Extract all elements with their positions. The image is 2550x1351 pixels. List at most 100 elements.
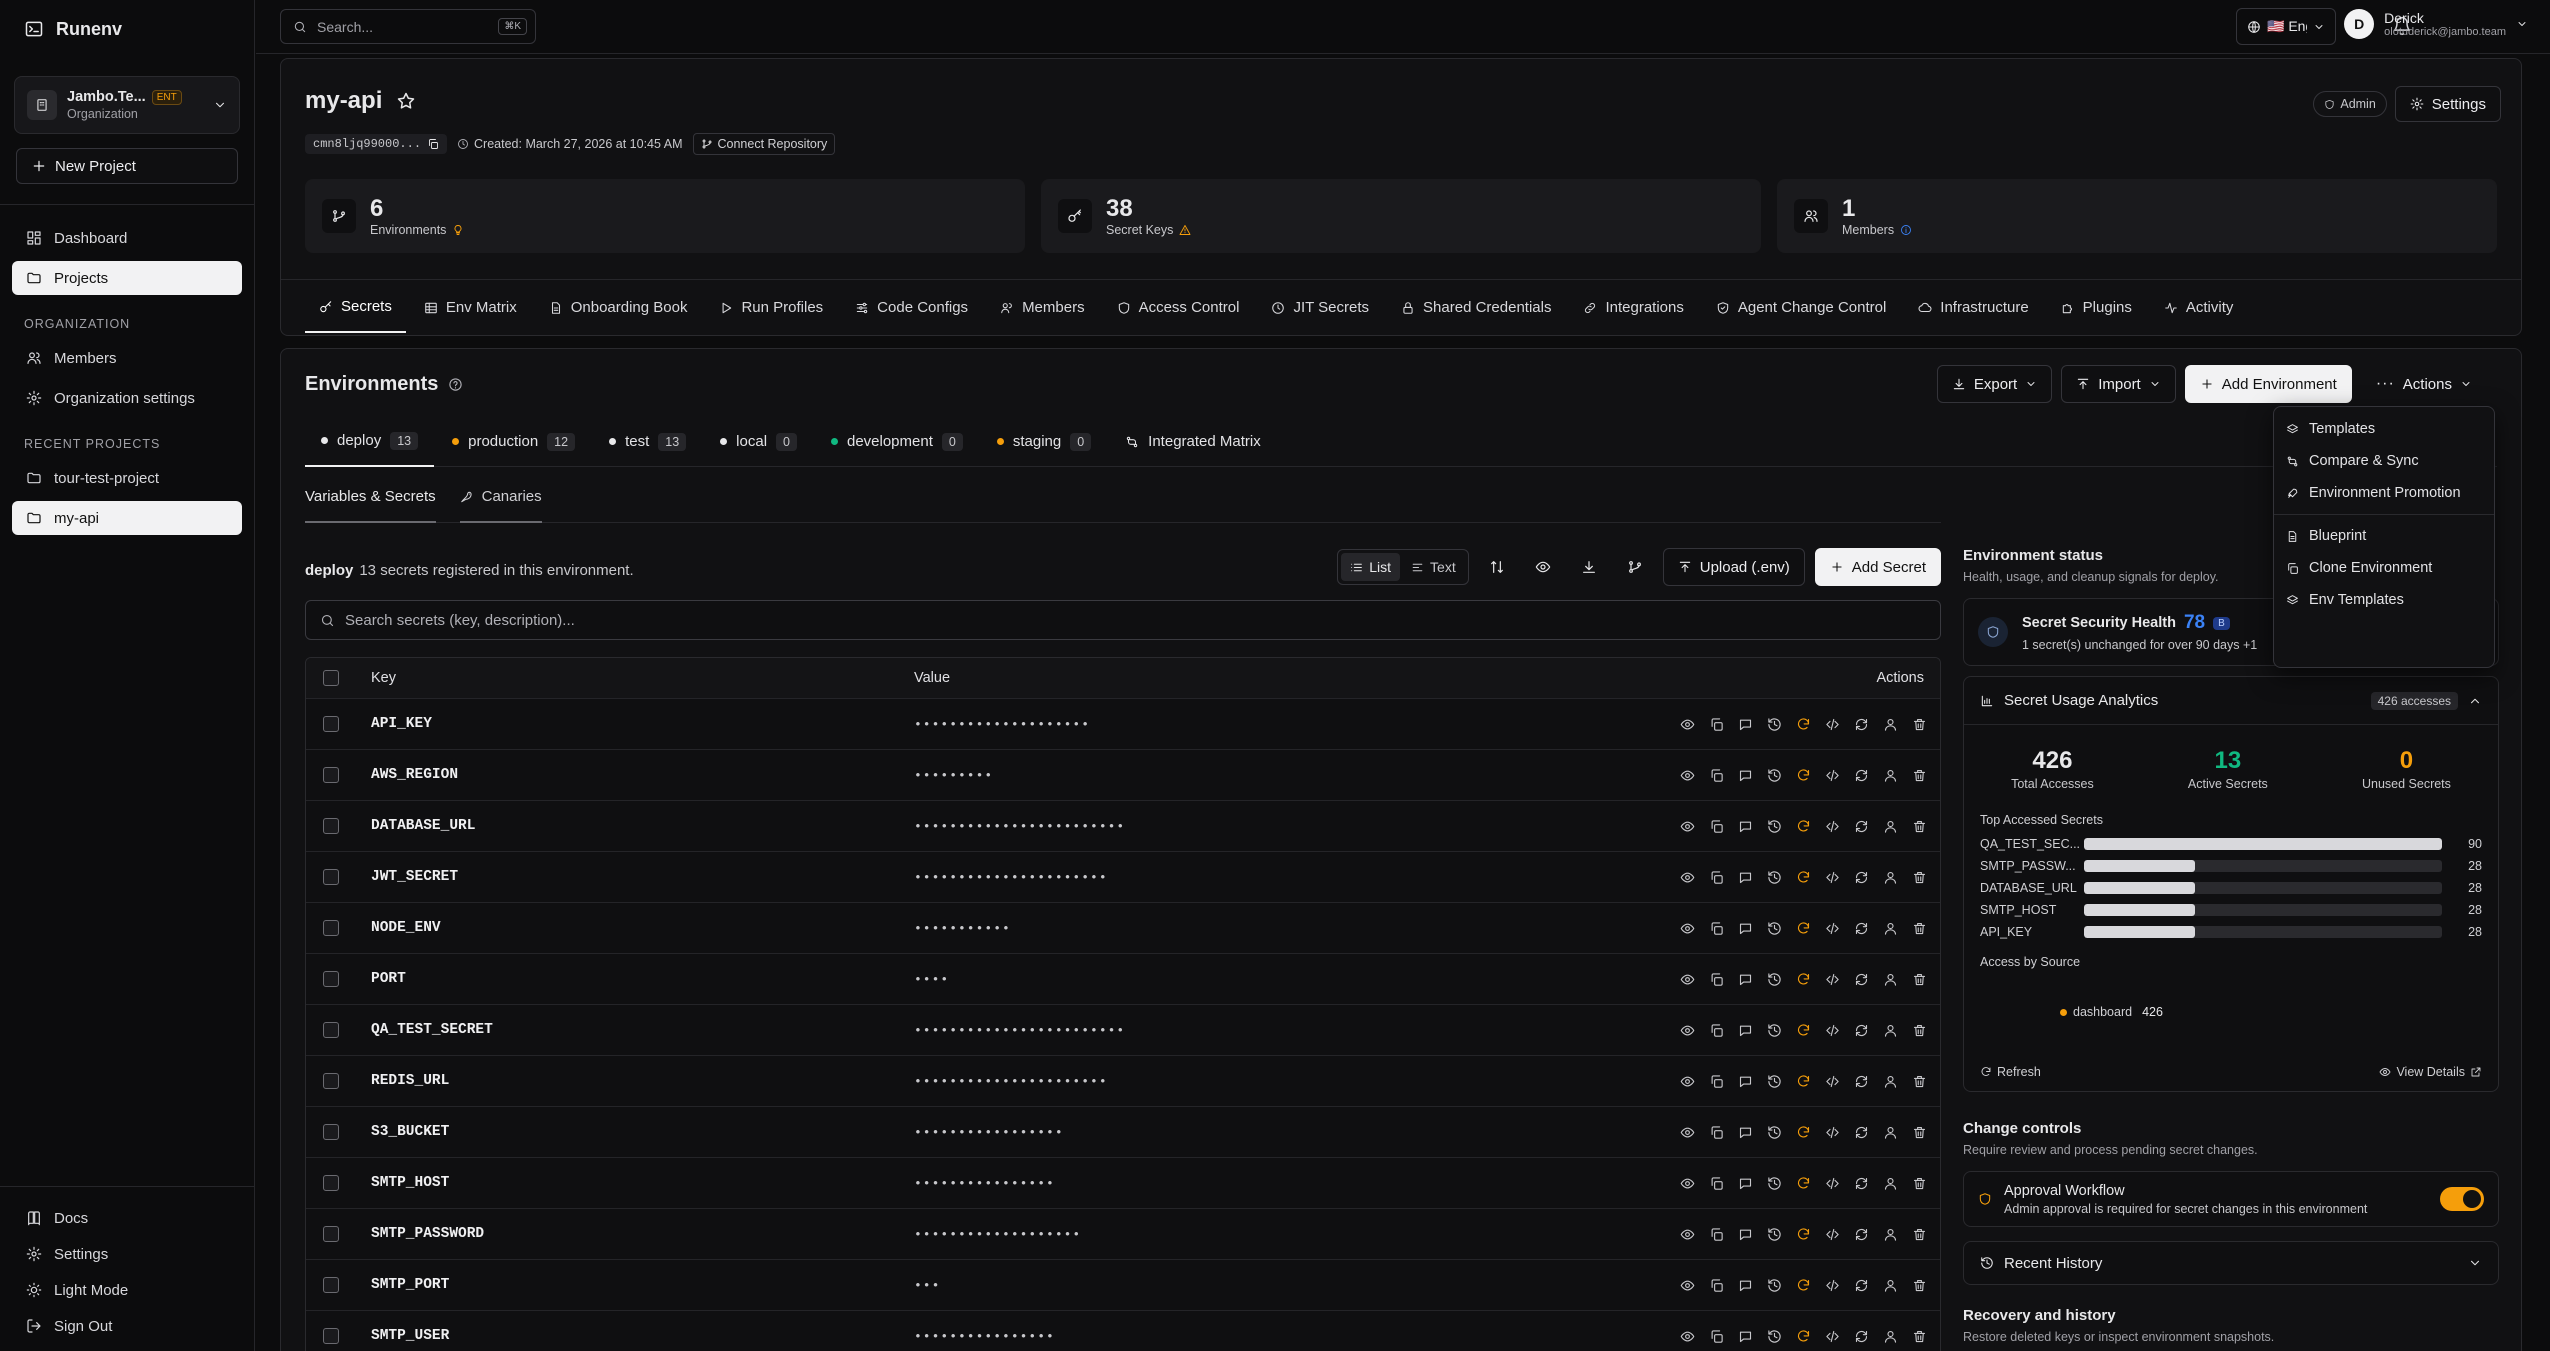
table-row[interactable]: REDIS_URL •••••••••••••••••••••• — [306, 1055, 1940, 1106]
rotate-icon[interactable] — [1796, 870, 1811, 885]
download-env-button[interactable] — [1571, 549, 1607, 585]
rotate-icon[interactable] — [1796, 768, 1811, 783]
user-icon[interactable] — [1883, 1329, 1898, 1344]
row-checkbox[interactable] — [323, 1073, 339, 1089]
user-icon[interactable] — [1883, 972, 1898, 987]
trash-icon[interactable] — [1912, 972, 1927, 987]
secret-value-masked[interactable]: •••••••••••••••••••• — [914, 717, 1090, 732]
sync-icon[interactable] — [1854, 1023, 1869, 1038]
copy-icon[interactable] — [1709, 1074, 1724, 1089]
secret-value-masked[interactable]: •••••••••••••••••••••••• — [914, 1023, 1125, 1038]
env-tab-test[interactable]: test 13 — [593, 417, 702, 467]
rotate-icon[interactable] — [1796, 1278, 1811, 1293]
tab-run-profiles[interactable]: Run Profiles — [705, 283, 837, 333]
code-icon[interactable] — [1825, 1227, 1840, 1242]
menu-item-clone-env[interactable]: Clone Environment — [2274, 552, 2494, 584]
comment-icon[interactable] — [1738, 1125, 1753, 1140]
secret-value-masked[interactable]: •••••••••••••••• — [914, 1329, 1055, 1344]
copy-icon[interactable] — [1709, 1227, 1724, 1242]
rotate-icon[interactable] — [1796, 1176, 1811, 1191]
code-icon[interactable] — [1825, 870, 1840, 885]
secret-value-masked[interactable]: ••••••••••••••••• — [914, 1125, 1064, 1140]
trash-icon[interactable] — [1912, 870, 1927, 885]
rotate-icon[interactable] — [1796, 921, 1811, 936]
sync-icon[interactable] — [1854, 870, 1869, 885]
menu-item-blueprint[interactable]: Blueprint — [2274, 520, 2494, 552]
upload-env-button[interactable]: Upload (.env) — [1662, 548, 1805, 586]
history-icon[interactable] — [1767, 1023, 1782, 1038]
table-row[interactable]: PORT •••• — [306, 953, 1940, 1004]
sidebar-recent-project[interactable]: tour-test-project — [12, 461, 242, 495]
export-button[interactable]: Export — [1936, 365, 2053, 403]
code-icon[interactable] — [1825, 921, 1840, 936]
user-icon[interactable] — [1883, 1125, 1898, 1140]
secret-value-masked[interactable]: ••••••••••••••••••• — [914, 1227, 1081, 1242]
rotate-icon[interactable] — [1796, 1074, 1811, 1089]
tab-activity[interactable]: Activity — [2150, 283, 2248, 333]
secret-value-masked[interactable]: •••• — [914, 972, 949, 987]
rotate-icon[interactable] — [1796, 1125, 1811, 1140]
recent-history-card[interactable]: Recent History — [1963, 1241, 2499, 1285]
history-icon[interactable] — [1767, 1278, 1782, 1293]
row-checkbox[interactable] — [323, 920, 339, 936]
code-icon[interactable] — [1825, 819, 1840, 834]
tab-code-configs[interactable]: Code Configs — [841, 283, 982, 333]
code-icon[interactable] — [1825, 1176, 1840, 1191]
history-icon[interactable] — [1767, 921, 1782, 936]
view-details-link[interactable]: View Details — [2379, 1065, 2482, 1079]
rotate-icon[interactable] — [1796, 1227, 1811, 1242]
eye-icon[interactable] — [1680, 1023, 1695, 1038]
code-icon[interactable] — [1825, 1125, 1840, 1140]
eye-icon[interactable] — [1680, 870, 1695, 885]
secrets-search-input[interactable]: Search secrets (key, description)... — [305, 600, 1941, 640]
sidebar-item-members[interactable]: Members — [12, 341, 242, 375]
copy-icon[interactable] — [1709, 768, 1724, 783]
trash-icon[interactable] — [1912, 819, 1927, 834]
user-menu[interactable]: D Derick olotuderick@jambo.team — [2344, 9, 2528, 39]
code-icon[interactable] — [1825, 768, 1840, 783]
rotate-icon[interactable] — [1796, 1329, 1811, 1344]
env-tab-development[interactable]: development 0 — [815, 417, 979, 467]
history-icon[interactable] — [1767, 819, 1782, 834]
code-icon[interactable] — [1825, 1329, 1840, 1344]
trash-icon[interactable] — [1912, 1278, 1927, 1293]
reveal-all-button[interactable] — [1525, 549, 1561, 585]
trash-icon[interactable] — [1912, 921, 1927, 936]
menu-item-templates[interactable]: Templates — [2274, 413, 2494, 445]
tab-plugins[interactable]: Plugins — [2047, 283, 2146, 333]
comment-icon[interactable] — [1738, 1227, 1753, 1242]
eye-icon[interactable] — [1680, 1125, 1695, 1140]
menu-item-env-promotion[interactable]: Environment Promotion — [2274, 477, 2494, 509]
table-row[interactable]: DATABASE_URL •••••••••••••••••••••••• — [306, 800, 1940, 851]
comment-icon[interactable] — [1738, 1329, 1753, 1344]
secret-value-masked[interactable]: ••••••••••• — [914, 921, 1011, 936]
comment-icon[interactable] — [1738, 972, 1753, 987]
trash-icon[interactable] — [1912, 1329, 1927, 1344]
copy-icon[interactable] — [1709, 1176, 1724, 1191]
user-icon[interactable] — [1883, 870, 1898, 885]
copy-icon[interactable] — [1709, 972, 1724, 987]
comment-icon[interactable] — [1738, 1074, 1753, 1089]
history-icon[interactable] — [1767, 870, 1782, 885]
table-row[interactable]: S3_BUCKET ••••••••••••••••• — [306, 1106, 1940, 1157]
help-icon[interactable] — [448, 377, 463, 392]
eye-icon[interactable] — [1680, 768, 1695, 783]
row-checkbox[interactable] — [323, 767, 339, 783]
history-icon[interactable] — [1767, 1227, 1782, 1242]
menu-item-compare-sync[interactable]: Compare & Sync — [2274, 445, 2494, 477]
env-tab-production[interactable]: production 12 — [436, 417, 591, 467]
comment-icon[interactable] — [1738, 1278, 1753, 1293]
user-icon[interactable] — [1883, 768, 1898, 783]
eye-icon[interactable] — [1680, 972, 1695, 987]
table-row[interactable]: SMTP_PORT ••• — [306, 1259, 1940, 1310]
env-tab-integrated-matrix[interactable]: Integrated Matrix — [1109, 417, 1277, 467]
row-checkbox[interactable] — [323, 818, 339, 834]
code-icon[interactable] — [1825, 972, 1840, 987]
comment-icon[interactable] — [1738, 1176, 1753, 1191]
import-button[interactable]: Import — [2061, 365, 2176, 403]
table-row[interactable]: JWT_SECRET •••••••••••••••••••••• — [306, 851, 1940, 902]
sort-button[interactable] — [1479, 549, 1515, 585]
table-row[interactable]: QA_TEST_SECRET •••••••••••••••••••••••• — [306, 1004, 1940, 1055]
row-checkbox[interactable] — [323, 1328, 339, 1344]
project-settings-button[interactable]: Settings — [2394, 86, 2501, 122]
